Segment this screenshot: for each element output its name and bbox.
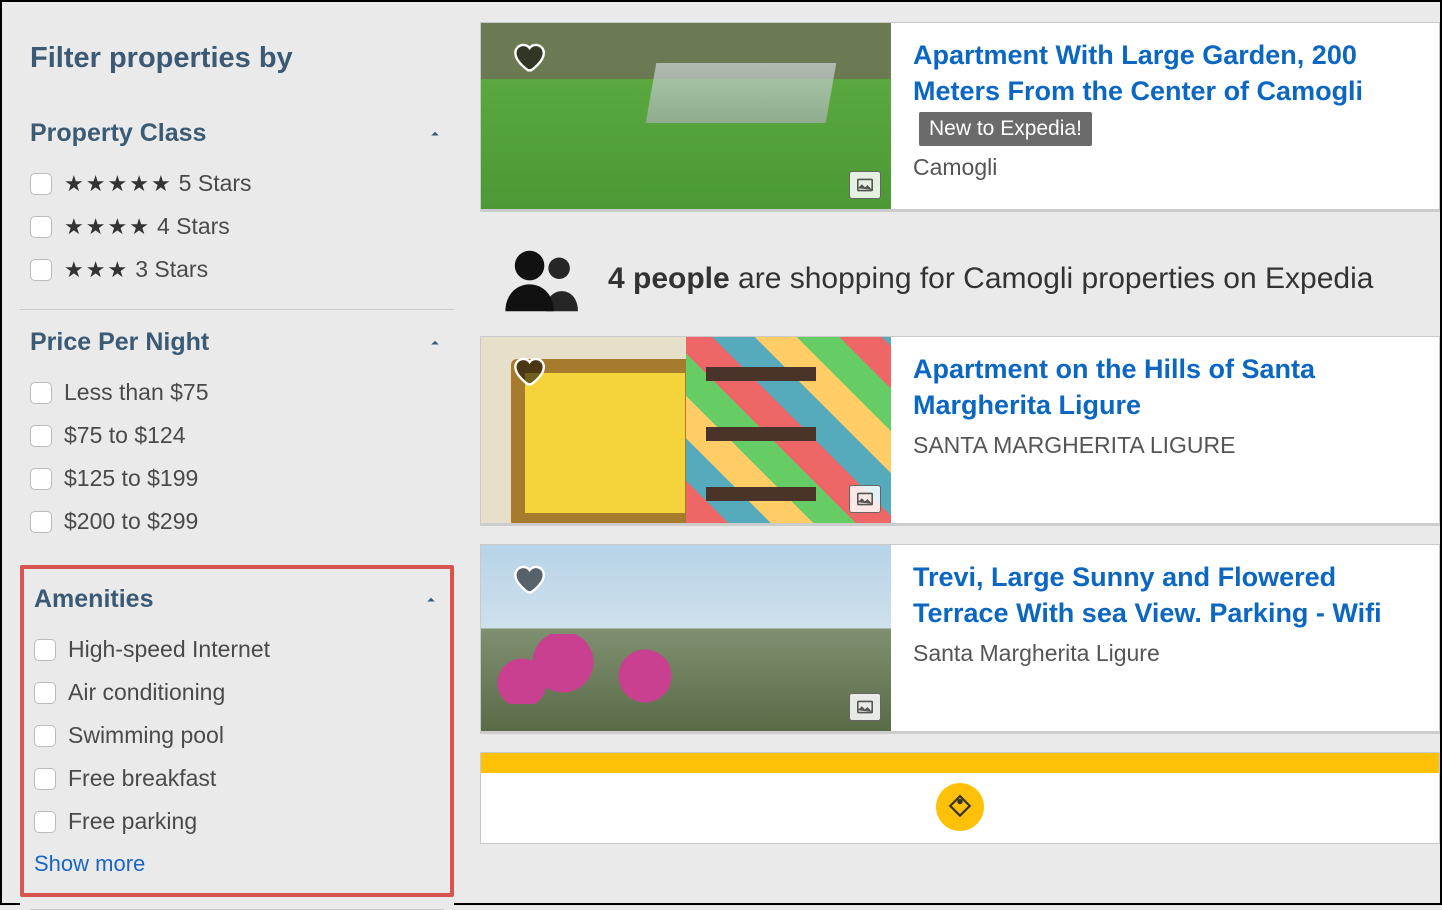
section-title: Price Per Night bbox=[30, 328, 209, 357]
checkbox[interactable] bbox=[30, 511, 52, 533]
show-more-link[interactable]: Show more bbox=[34, 851, 440, 877]
property-title-link[interactable]: Trevi, Large Sunny and Flowered Terrace … bbox=[913, 559, 1421, 632]
checkbox[interactable] bbox=[34, 811, 56, 833]
property-image[interactable] bbox=[481, 545, 891, 731]
section-title: Property Class bbox=[30, 119, 206, 148]
filter-option-price-0[interactable]: Less than $75 bbox=[30, 371, 444, 414]
favorite-icon[interactable] bbox=[509, 37, 547, 75]
filter-option-amenity-parking[interactable]: Free parking bbox=[34, 800, 440, 843]
checkbox[interactable] bbox=[34, 682, 56, 704]
results-pane: Apartment With Large Garden, 200 Meters … bbox=[472, 2, 1440, 903]
checkbox[interactable] bbox=[30, 382, 52, 404]
checkbox[interactable] bbox=[30, 425, 52, 447]
filter-option-4-stars[interactable]: ★★★★ 4 Stars bbox=[30, 205, 444, 248]
checkbox[interactable] bbox=[34, 768, 56, 790]
filter-sidebar: Filter properties by Property Class ★★★★… bbox=[2, 2, 472, 903]
checkbox[interactable] bbox=[30, 468, 52, 490]
property-image[interactable] bbox=[481, 337, 891, 523]
filter-option-amenity-pool[interactable]: Swimming pool bbox=[34, 714, 440, 757]
checkbox[interactable] bbox=[30, 216, 52, 238]
filter-option-price-3[interactable]: $200 to $299 bbox=[30, 500, 444, 543]
favorite-icon[interactable] bbox=[509, 559, 547, 597]
filter-option-5-stars[interactable]: ★★★★★ 5 Stars bbox=[30, 162, 444, 205]
checkbox[interactable] bbox=[34, 639, 56, 661]
star-rating-icon: ★★★★ 4 Stars bbox=[64, 213, 230, 240]
gallery-icon[interactable] bbox=[849, 693, 881, 721]
chevron-up-icon bbox=[422, 591, 440, 609]
star-rating-icon: ★★★★★ 5 Stars bbox=[64, 170, 252, 197]
filter-option-price-1[interactable]: $75 to $124 bbox=[30, 414, 444, 457]
section-header-amenities[interactable]: Amenities bbox=[34, 585, 440, 614]
property-location: Camogli bbox=[913, 154, 1421, 181]
gallery-icon[interactable] bbox=[849, 171, 881, 199]
gallery-icon[interactable] bbox=[849, 485, 881, 513]
chevron-up-icon bbox=[426, 125, 444, 143]
banner-text: 4 people are shopping for Camogli proper… bbox=[608, 262, 1373, 296]
property-card[interactable]: Trevi, Large Sunny and Flowered Terrace … bbox=[480, 544, 1440, 734]
favorite-icon[interactable] bbox=[509, 351, 547, 389]
property-image[interactable] bbox=[481, 23, 891, 209]
filter-option-amenity-internet[interactable]: High-speed Internet bbox=[34, 628, 440, 671]
promo-bar bbox=[481, 753, 1439, 773]
filter-section-price: Price Per Night Less than $75 $75 to $12… bbox=[20, 309, 454, 561]
property-location: SANTA MARGHERITA LIGURE bbox=[913, 432, 1421, 459]
filter-option-3-stars[interactable]: ★★★ 3 Stars bbox=[30, 248, 444, 291]
property-card[interactable]: Apartment on the Hills of Santa Margheri… bbox=[480, 336, 1440, 526]
filter-option-amenity-breakfast[interactable]: Free breakfast bbox=[34, 757, 440, 800]
shopping-banner: 4 people are shopping for Camogli proper… bbox=[480, 230, 1440, 336]
filter-option-price-2[interactable]: $125 to $199 bbox=[30, 457, 444, 500]
section-header-property-class[interactable]: Property Class bbox=[30, 119, 444, 148]
checkbox[interactable] bbox=[30, 173, 52, 195]
price-tag-icon[interactable] bbox=[936, 783, 984, 831]
property-title-link[interactable]: Apartment on the Hills of Santa Margheri… bbox=[913, 351, 1421, 424]
section-header-price[interactable]: Price Per Night bbox=[30, 328, 444, 357]
checkbox[interactable] bbox=[30, 259, 52, 281]
people-icon bbox=[500, 246, 586, 312]
filter-title: Filter properties by bbox=[30, 42, 454, 75]
section-title: Amenities bbox=[34, 585, 153, 614]
property-location: Santa Margherita Ligure bbox=[913, 640, 1421, 667]
property-title-link[interactable]: Apartment With Large Garden, 200 Meters … bbox=[913, 37, 1421, 146]
filter-section-property-class: Property Class ★★★★★ 5 Stars ★★ bbox=[20, 101, 454, 309]
filter-option-amenity-ac[interactable]: Air conditioning bbox=[34, 671, 440, 714]
promo-strip bbox=[480, 752, 1440, 844]
new-badge: New to Expedia! bbox=[919, 112, 1092, 146]
filter-section-amenities: Amenities High-speed Internet Air condit… bbox=[20, 565, 454, 897]
checkbox[interactable] bbox=[34, 725, 56, 747]
star-rating-icon: ★★★ 3 Stars bbox=[64, 256, 208, 283]
property-card[interactable]: Apartment With Large Garden, 200 Meters … bbox=[480, 22, 1440, 212]
chevron-up-icon bbox=[426, 334, 444, 352]
